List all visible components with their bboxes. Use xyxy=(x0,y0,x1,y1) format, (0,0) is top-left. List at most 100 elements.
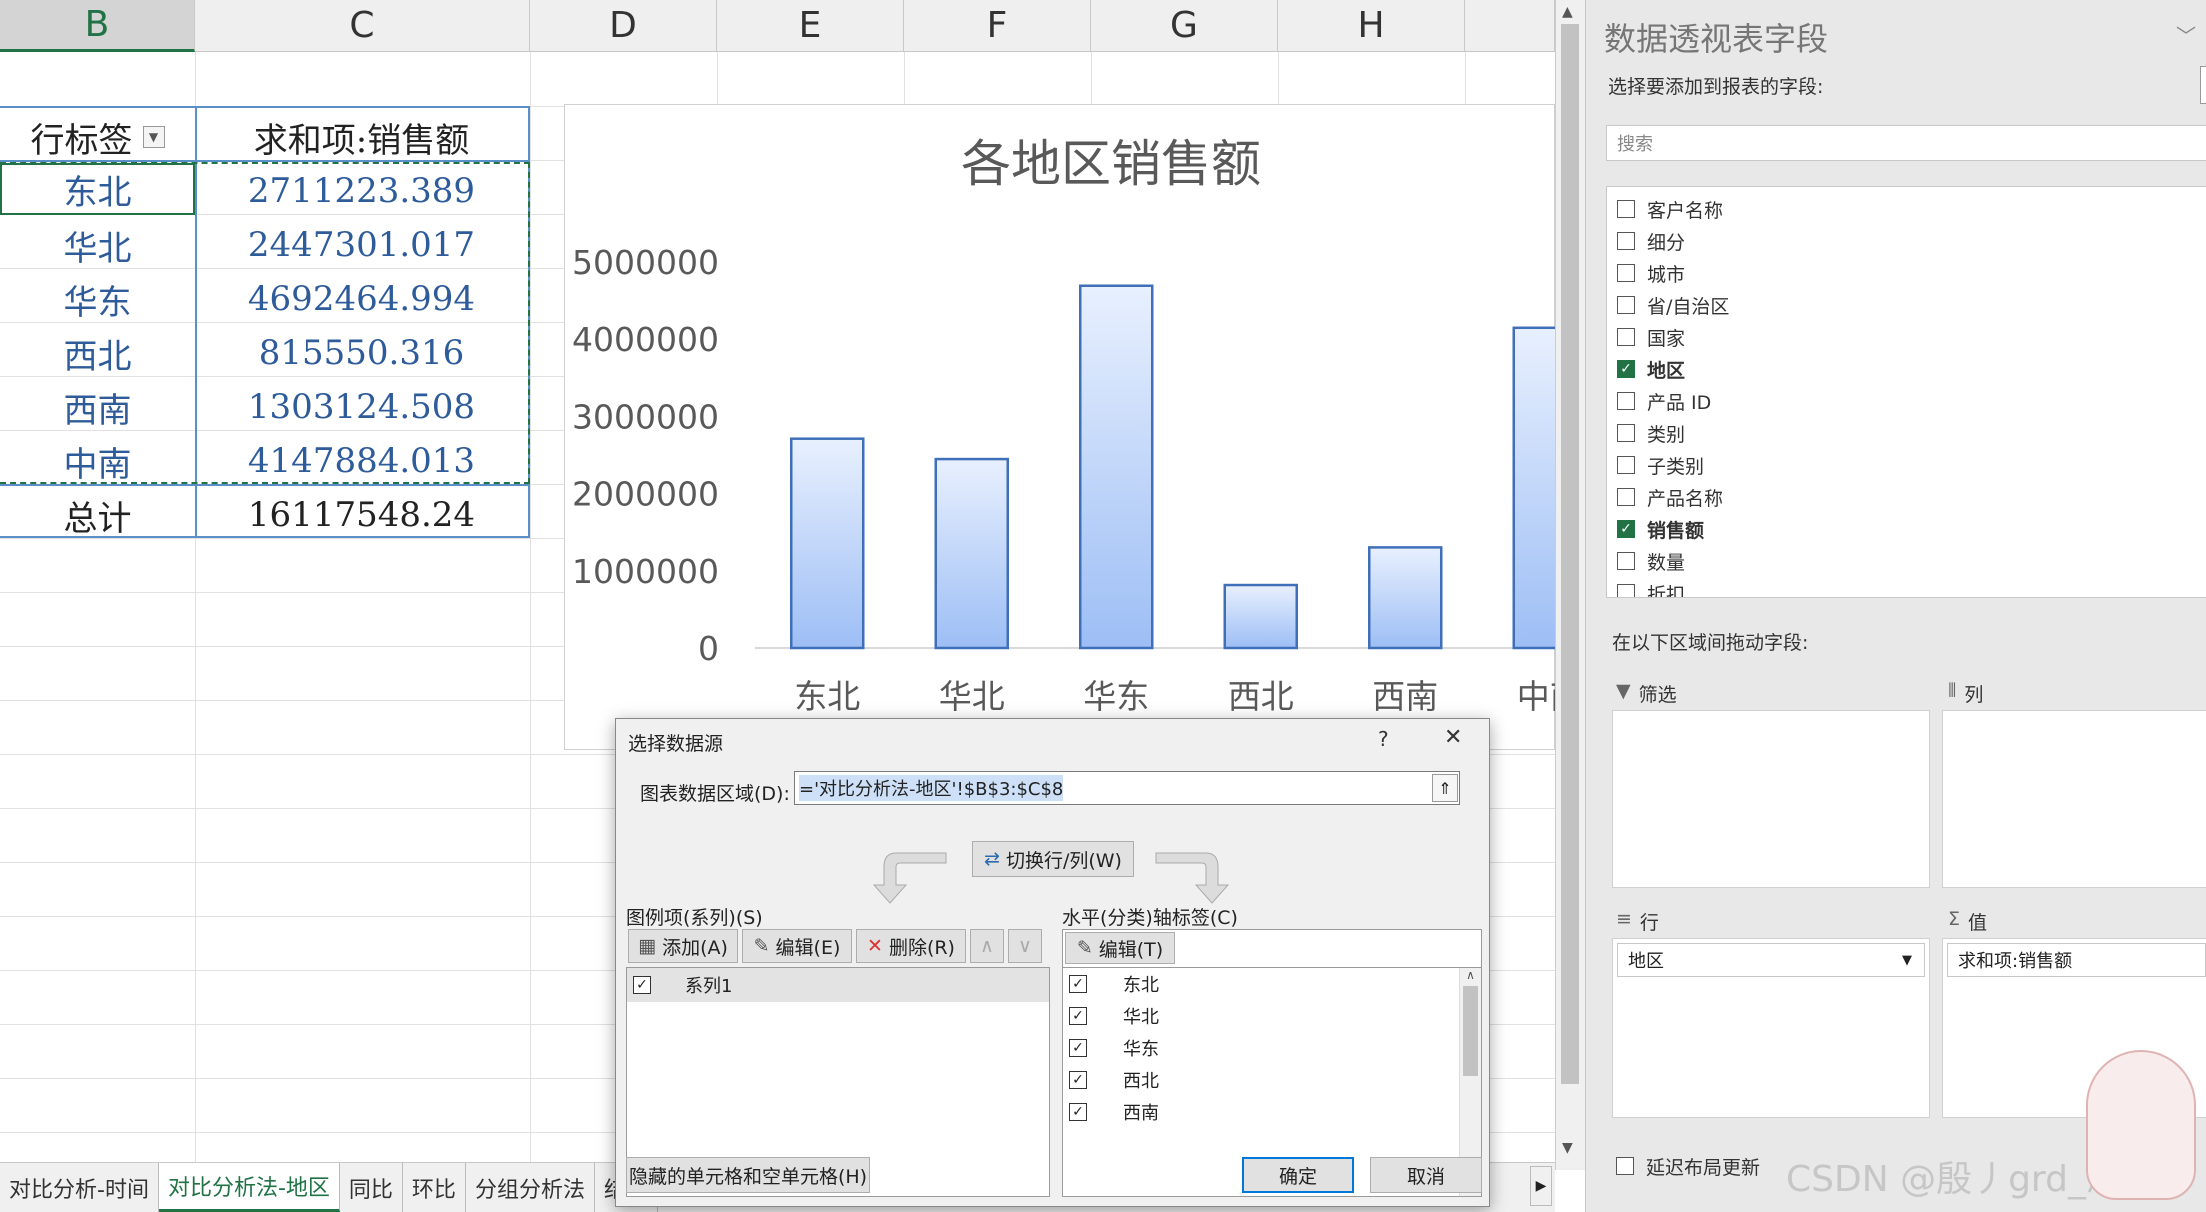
pivot-row-label[interactable]: 华东 xyxy=(0,272,195,326)
axis-item[interactable]: ✓ 西北 xyxy=(1063,1064,1481,1096)
checkbox-checked[interactable]: ✓ xyxy=(1617,520,1635,538)
checkbox[interactable] xyxy=(1617,488,1635,506)
defer-update-option[interactable]: 延迟布局更新 xyxy=(1616,1150,1760,1182)
checkbox[interactable] xyxy=(1617,264,1635,282)
field-item[interactable]: 客户名称 xyxy=(1617,193,2206,225)
field-item[interactable]: 子类别 xyxy=(1617,449,2206,481)
sales-chart[interactable]: 各地区销售额 0 1000000 2000000 3000000 4000000 50000… xyxy=(564,104,1555,750)
values-field-chip[interactable]: 求和项:销售额 xyxy=(1947,943,2206,977)
checkbox[interactable] xyxy=(1617,392,1635,410)
field-item[interactable]: 产品 ID xyxy=(1617,385,2206,417)
sheet-tab[interactable]: 同比 xyxy=(340,1163,403,1212)
field-item[interactable]: ✓ 地区 xyxy=(1617,353,2206,385)
rows-drop-area[interactable]: 地区 ▼ xyxy=(1612,938,1930,1118)
pivot-row-value[interactable]: 1303124.508 xyxy=(195,380,528,434)
pane-options-icon[interactable]: ﹀ xyxy=(2176,20,2196,49)
edit-series-button[interactable]: ✎ 编辑(E) xyxy=(742,929,852,963)
range-input[interactable]: ='对比分析法-地区'!$B$3:$C$8 xyxy=(794,771,1460,805)
pivot-row-label[interactable]: 东北 xyxy=(0,163,195,215)
column-header-c[interactable]: C xyxy=(195,0,530,52)
sheet-tab-active[interactable]: 对比分析法-地区 xyxy=(158,1163,340,1212)
field-item[interactable]: 类别 xyxy=(1617,417,2206,449)
sheet-tab[interactable]: 对比分析-时间 xyxy=(0,1163,159,1212)
rows-field-label: 地区 xyxy=(1628,951,1664,972)
pivot-row-value[interactable]: 4692464.994 xyxy=(195,272,528,326)
checkbox[interactable] xyxy=(1617,296,1635,314)
delete-series-button[interactable]: ✕ 删除(R) xyxy=(856,929,966,963)
ok-button[interactable]: 确定 xyxy=(1242,1157,1354,1193)
pivot-row-value[interactable]: 815550.316 xyxy=(195,326,528,380)
scroll-down-icon[interactable]: ▼ xyxy=(1562,1140,1573,1156)
filter-drop-area[interactable] xyxy=(1612,710,1930,888)
axis-item[interactable]: ✓ 西南 xyxy=(1063,1096,1481,1128)
field-item[interactable]: 国家 xyxy=(1617,321,2206,353)
checkbox-checked[interactable]: ✓ xyxy=(633,976,651,994)
checkbox-checked[interactable]: ✓ xyxy=(1069,1039,1087,1057)
scrollbar-thumb[interactable] xyxy=(1561,24,1579,1084)
field-item[interactable]: 省/自治区 xyxy=(1617,289,2206,321)
checkbox[interactable] xyxy=(1617,232,1635,250)
help-button[interactable]: ? xyxy=(1378,727,1389,751)
pivot-row-label[interactable]: 西北 xyxy=(0,326,195,380)
collapse-dialog-icon[interactable]: ⇑ xyxy=(1432,774,1458,802)
column-header-h[interactable]: H xyxy=(1278,0,1465,52)
scroll-right-icon[interactable]: ▶ xyxy=(1530,1166,1552,1206)
field-search-input[interactable]: 搜索 xyxy=(1606,125,2206,161)
tools-button[interactable] xyxy=(2200,66,2206,104)
pivot-row-value[interactable]: 2447301.017 xyxy=(195,218,528,272)
checkbox[interactable] xyxy=(1616,1157,1634,1175)
sheet-tab[interactable]: 环比 xyxy=(403,1163,466,1212)
scrollbar-thumb[interactable] xyxy=(1463,986,1478,1076)
checkbox-checked[interactable]: ✓ xyxy=(1069,975,1087,993)
pivot-row-value[interactable]: 2711223.389 xyxy=(195,164,528,218)
column-header-b[interactable]: B xyxy=(0,0,195,52)
vertical-scrollbar[interactable]: ▲ ▼ xyxy=(1555,0,1585,1170)
cancel-button[interactable]: 取消 xyxy=(1370,1157,1482,1193)
scroll-up-icon[interactable]: ▲ xyxy=(1562,4,1573,20)
axis-item[interactable]: ✓ 华东 xyxy=(1063,1032,1481,1064)
checkbox-checked[interactable]: ✓ xyxy=(1069,1007,1087,1025)
checkbox[interactable] xyxy=(1617,584,1635,597)
field-item[interactable]: 折扣 xyxy=(1617,577,2206,597)
range-label: 图表数据区域(D): xyxy=(640,783,790,805)
rows-field-chip[interactable]: 地区 ▼ xyxy=(1617,943,1925,977)
field-item[interactable]: 产品名称 xyxy=(1617,481,2206,513)
column-header-d[interactable]: D xyxy=(530,0,717,52)
pivot-row-label[interactable]: 华北 xyxy=(0,218,195,272)
sigma-icon: Σ xyxy=(1948,908,1961,930)
checkbox[interactable] xyxy=(1617,328,1635,346)
add-series-button[interactable]: ▦ 添加(A) xyxy=(628,929,738,963)
axis-item[interactable]: ✓ 华北 xyxy=(1063,1000,1481,1032)
checkbox-checked[interactable]: ✓ xyxy=(1069,1071,1087,1089)
checkbox[interactable] xyxy=(1617,456,1635,474)
checkbox[interactable] xyxy=(1617,552,1635,570)
edit-axis-button[interactable]: ✎ 编辑(T) xyxy=(1065,932,1175,964)
column-header-e[interactable]: E xyxy=(717,0,904,52)
axis-item[interactable]: ✓ 东北 xyxy=(1063,968,1481,1000)
column-header-i[interactable] xyxy=(1465,0,1555,52)
checkbox[interactable] xyxy=(1617,200,1635,218)
series-item[interactable]: ✓ 系列1 xyxy=(627,968,1049,1002)
switch-row-column-button[interactable]: ⇄ 切换行/列(W) xyxy=(972,841,1134,877)
move-up-icon[interactable]: ∧ xyxy=(970,929,1004,963)
close-button[interactable]: ✕ xyxy=(1444,725,1462,750)
column-header-f[interactable]: F xyxy=(904,0,1091,52)
pivot-row-value[interactable]: 4147884.013 xyxy=(195,434,528,488)
hidden-empty-cells-button[interactable]: 隐藏的单元格和空单元格(H) xyxy=(626,1157,870,1193)
pivot-row-label[interactable]: 西南 xyxy=(0,380,195,434)
pivot-row-label[interactable]: 中南 xyxy=(0,434,195,488)
scroll-up-icon[interactable]: ∧ xyxy=(1460,968,1481,982)
columns-drop-area[interactable] xyxy=(1942,710,2206,888)
sheet-tab[interactable]: 分组分析法 xyxy=(466,1163,595,1212)
checkbox[interactable] xyxy=(1617,424,1635,442)
field-item[interactable]: 城市 xyxy=(1617,257,2206,289)
checkbox-checked[interactable]: ✓ xyxy=(1617,360,1635,378)
move-down-icon[interactable]: ∨ xyxy=(1008,929,1042,963)
checkbox-checked[interactable]: ✓ xyxy=(1069,1103,1087,1121)
chevron-down-icon[interactable]: ▼ xyxy=(1902,953,1912,968)
field-item[interactable]: ✓ 销售额 xyxy=(1617,513,2206,545)
field-item[interactable]: 细分 xyxy=(1617,225,2206,257)
field-item[interactable]: 数量 xyxy=(1617,545,2206,577)
column-header-g[interactable]: G xyxy=(1091,0,1278,52)
filter-dropdown-icon[interactable]: ▼ xyxy=(142,126,165,148)
